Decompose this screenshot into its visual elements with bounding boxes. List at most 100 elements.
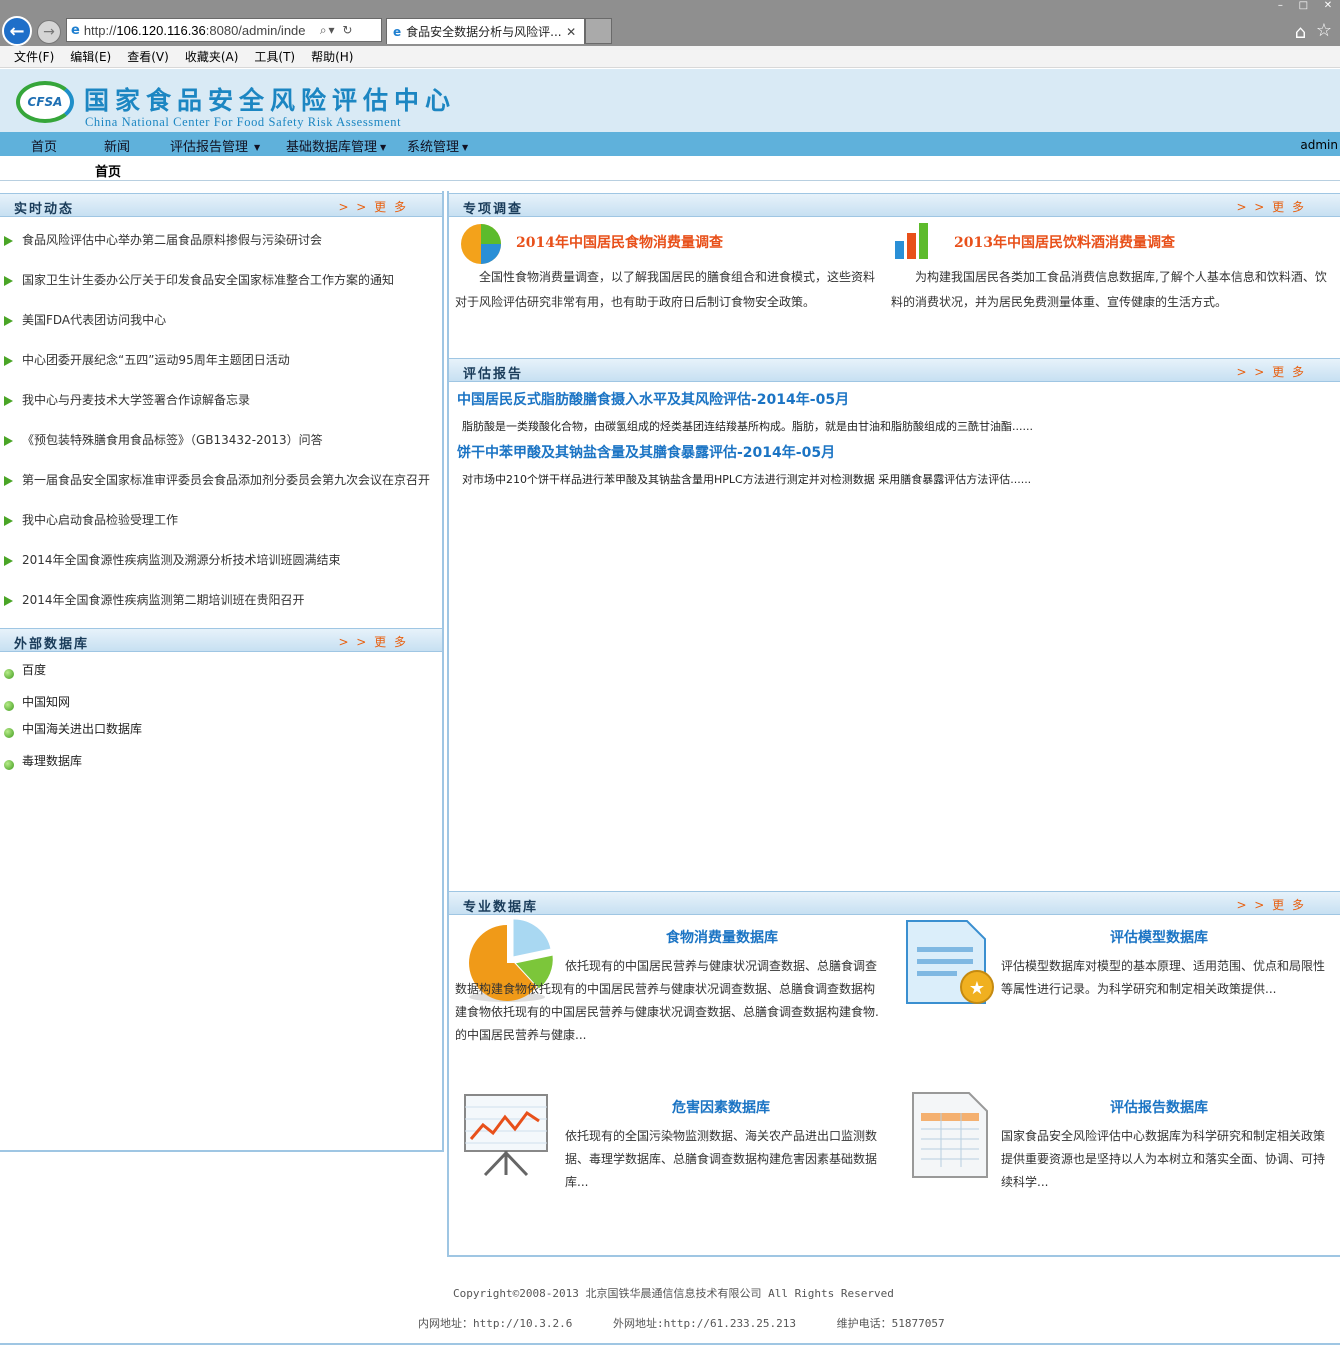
news-item-label: 《预包装特殊膳食用食品标签》（GB13432-2013）问答 [22,433,323,447]
window-controls[interactable]: – □ ✕ [1270,0,1340,11]
menu-help[interactable]: 帮助(H) [311,48,353,65]
pro-db-title[interactable]: 评估报告数据库 [1110,1097,1208,1117]
menu-tools[interactable]: 工具(T) [254,48,295,65]
news-item-label: 美国FDA代表团访问我中心 [22,313,167,327]
green-dot-icon [4,728,14,738]
url-prefix: http:// [83,22,117,38]
forward-button[interactable]: → [37,20,61,44]
report-more-link[interactable]: > > 更 多 [1236,363,1306,380]
news-item[interactable]: 第一届食品安全国家标准审评委员会食品添加剂分委员会第九次会议在京召开 [4,471,430,488]
news-item-label: 2014年全国食源性疾病监测及溯源分析技术培训班圆满结束 [22,553,341,567]
nav-home-label: 首页 [31,140,58,155]
nav-basic-db-mgmt[interactable]: 基础数据库管理 ▼ [286,136,386,155]
bar-chart-icon [895,223,928,259]
triangle-bullet-icon [4,275,13,286]
nav-basic-db-label: 基础数据库管理 [286,140,378,155]
support-phone: 维护电话：51877057 [836,1317,945,1330]
triangle-bullet-icon [4,435,13,446]
green-dot-icon [4,760,14,770]
favorites-star-icon[interactable]: ☆ [1316,20,1332,41]
logo-badge-text: CFSA [27,95,63,109]
home-icon[interactable]: ⌂ [1295,22,1306,43]
report-panel-title: 评估报告 [463,367,524,382]
menu-file[interactable]: 文件(F) [14,48,54,65]
address-bar[interactable]: e http://106.120.116.36:8080/admin/inde … [66,18,382,42]
url-rest: :8080/admin/inde [205,22,306,38]
pro-db-desc: 依托现有的全国污染物监测数据、海关农产品进出口监测数据、毒理学数据库、总膳食调查… [565,1129,878,1189]
news-item[interactable]: 中心团委开展纪念“五四”运动95周年主题团日活动 [4,351,290,368]
browser-chrome: – □ ✕ ← → e http://106.120.116.36:8080/adm… [0,0,1340,46]
news-item-label: 我中心与丹麦技术大学签署合作谅解备忘录 [22,393,251,407]
menu-view[interactable]: 查看(V) [127,48,169,65]
pro-db-title[interactable]: 评估模型数据库 [1110,927,1208,947]
report-title[interactable]: 中国居民反式脂肪酸膳食摄入水平及其风险评估-2014年-05月 [457,389,849,409]
pro-db-more-link[interactable]: > > 更 多 [1236,896,1306,913]
nav-system-mgmt[interactable]: 系统管理 ▼ [407,136,468,155]
external-db-more-link[interactable]: > > 更 多 [338,633,408,650]
news-more-link[interactable]: > > 更 多 [338,198,408,215]
news-item-label: 我中心启动食品检验受理工作 [22,513,179,527]
news-item[interactable]: 美国FDA代表团访问我中心 [4,311,166,328]
cfsa-logo: CFSA [16,81,74,123]
pro-db-title[interactable]: 食物消费量数据库 [666,927,778,947]
nav-home[interactable]: 首页 [31,136,57,155]
news-item[interactable]: 我中心与丹麦技术大学签署合作谅解备忘录 [4,391,250,408]
news-item-label: 第一届食品安全国家标准审评委员会食品添加剂分委员会第九次会议在京召开 [22,473,431,487]
nav-report-mgmt[interactable]: 评估报告管理 ▼ [170,136,260,155]
news-item-label: 中心团委开展纪念“五四”运动95周年主题团日活动 [22,353,290,367]
survey-desc: 为构建我国居民各类加工食品消费信息数据库,了解个人基本信息和饮料酒、饮料的消费状… [891,270,1327,309]
news-item-label: 国家卫生计生委办公厅关于印发食品安全国家标准整合工作方案的通知 [22,273,395,287]
external-db-label: 毒理数据库 [22,754,83,768]
report-title[interactable]: 饼干中苯甲酸及其钠盐含量及其膳食暴露评估-2014年-05月 [457,442,835,462]
news-item[interactable]: 我中心启动食品检验受理工作 [4,511,178,528]
svg-text:★: ★ [969,978,985,999]
presentation-chart-icon [464,1094,548,1177]
nav-system-label: 系统管理 [407,140,460,155]
pro-db-title[interactable]: 危害因素数据库 [672,1097,770,1117]
news-panel-header: 实时动态 > > 更 多 [0,193,442,217]
ie-icon: e [71,22,80,38]
survey-title[interactable]: 2014年中国居民食物消费量调查 [516,232,723,252]
logo-title-en: China National Center For Food Safety Ri… [85,115,402,129]
search-refresh-icons[interactable]: ⌕▾ ↻ [320,23,355,38]
news-item[interactable]: 《预包装特殊膳食用食品标签》（GB13432-2013）问答 [4,431,323,448]
right-column: 专项调查 > > 更 多 2014年中国居民食物消费量调查 全国性食物消费量调查… [447,191,1340,1257]
nav-news[interactable]: 新闻 [104,136,130,155]
external-db-label: 中国知网 [22,695,71,709]
pro-db-desc: 国家食品安全风险评估中心数据库为科学研究和制定相关政策提供重要资源也是坚持以人为… [1001,1129,1326,1189]
pro-db-desc: 依托现有的中国居民营养与健康状况调查数据、总膳食调查数据构建食物依托现有的中国居… [455,959,879,1042]
survey-panel-title: 专项调查 [463,202,524,217]
triangle-bullet-icon [4,355,13,366]
back-button[interactable]: ← [2,16,32,46]
caret-down-icon: ▼ [462,143,469,152]
browser-menubar: 文件(F) 编辑(E) 查看(V) 收藏夹(A) 工具(T) 帮助(H) [0,46,1340,68]
menu-favorites[interactable]: 收藏夹(A) [185,48,239,65]
current-user: admin [1300,138,1338,152]
news-item[interactable]: 国家卫生计生委办公厅关于印发食品安全国家标准整合工作方案的通知 [4,271,394,288]
subnav-home[interactable]: 首页 [95,161,121,180]
site-header: CFSA 国家食品安全风险评估中心 China National Center … [0,69,1340,132]
survey-more-link[interactable]: > > 更 多 [1236,198,1306,215]
address-url[interactable]: http://106.120.116.36:8080/admin/inde [84,23,316,38]
new-tab-button[interactable] [585,18,612,44]
survey-title[interactable]: 2013年中国居民饮料酒消费量调查 [954,232,1175,252]
news-item[interactable]: 2014年全国食源性疾病监测第二期培训班在贵阳召开 [4,591,305,608]
close-tab-icon[interactable]: ✕ [566,25,576,39]
green-dot-icon [4,669,14,679]
news-item[interactable]: 食品风险评估中心举办第二届食品原料掺假与污染研讨会 [4,231,322,248]
pro-db-desc: 评估模型数据库对模型的基本原理、适用范围、优点和局限性等属性进行记录。为科学研究… [1001,959,1326,996]
external-db-panel-header: 外部数据库 > > 更 多 [0,628,442,652]
browser-tab[interactable]: e 食品安全数据分析与风险评... ✕ [386,18,585,44]
triangle-bullet-icon [4,315,13,326]
external-db-label: 中国海关进出口数据库 [22,722,143,736]
green-dot-icon [4,701,14,711]
triangle-bullet-icon [4,395,13,406]
survey-desc: 全国性食物消费量调查，以了解我国居民的膳食组合和进食模式，这些资料对于风险评估研… [455,270,876,309]
external-db-label: 百度 [22,663,47,677]
news-item[interactable]: 2014年全国食源性疾病监测及溯源分析技术培训班圆满结束 [4,551,341,568]
footer-contact: 内网地址：http://10.3.2.6 外网地址:http://61.233.… [418,1315,979,1331]
news-panel-title: 实时动态 [14,202,75,217]
nav-news-label: 新闻 [104,140,131,155]
menu-edit[interactable]: 编辑(E) [70,48,111,65]
report-panel-header: 评估报告 > > 更 多 [449,358,1340,382]
